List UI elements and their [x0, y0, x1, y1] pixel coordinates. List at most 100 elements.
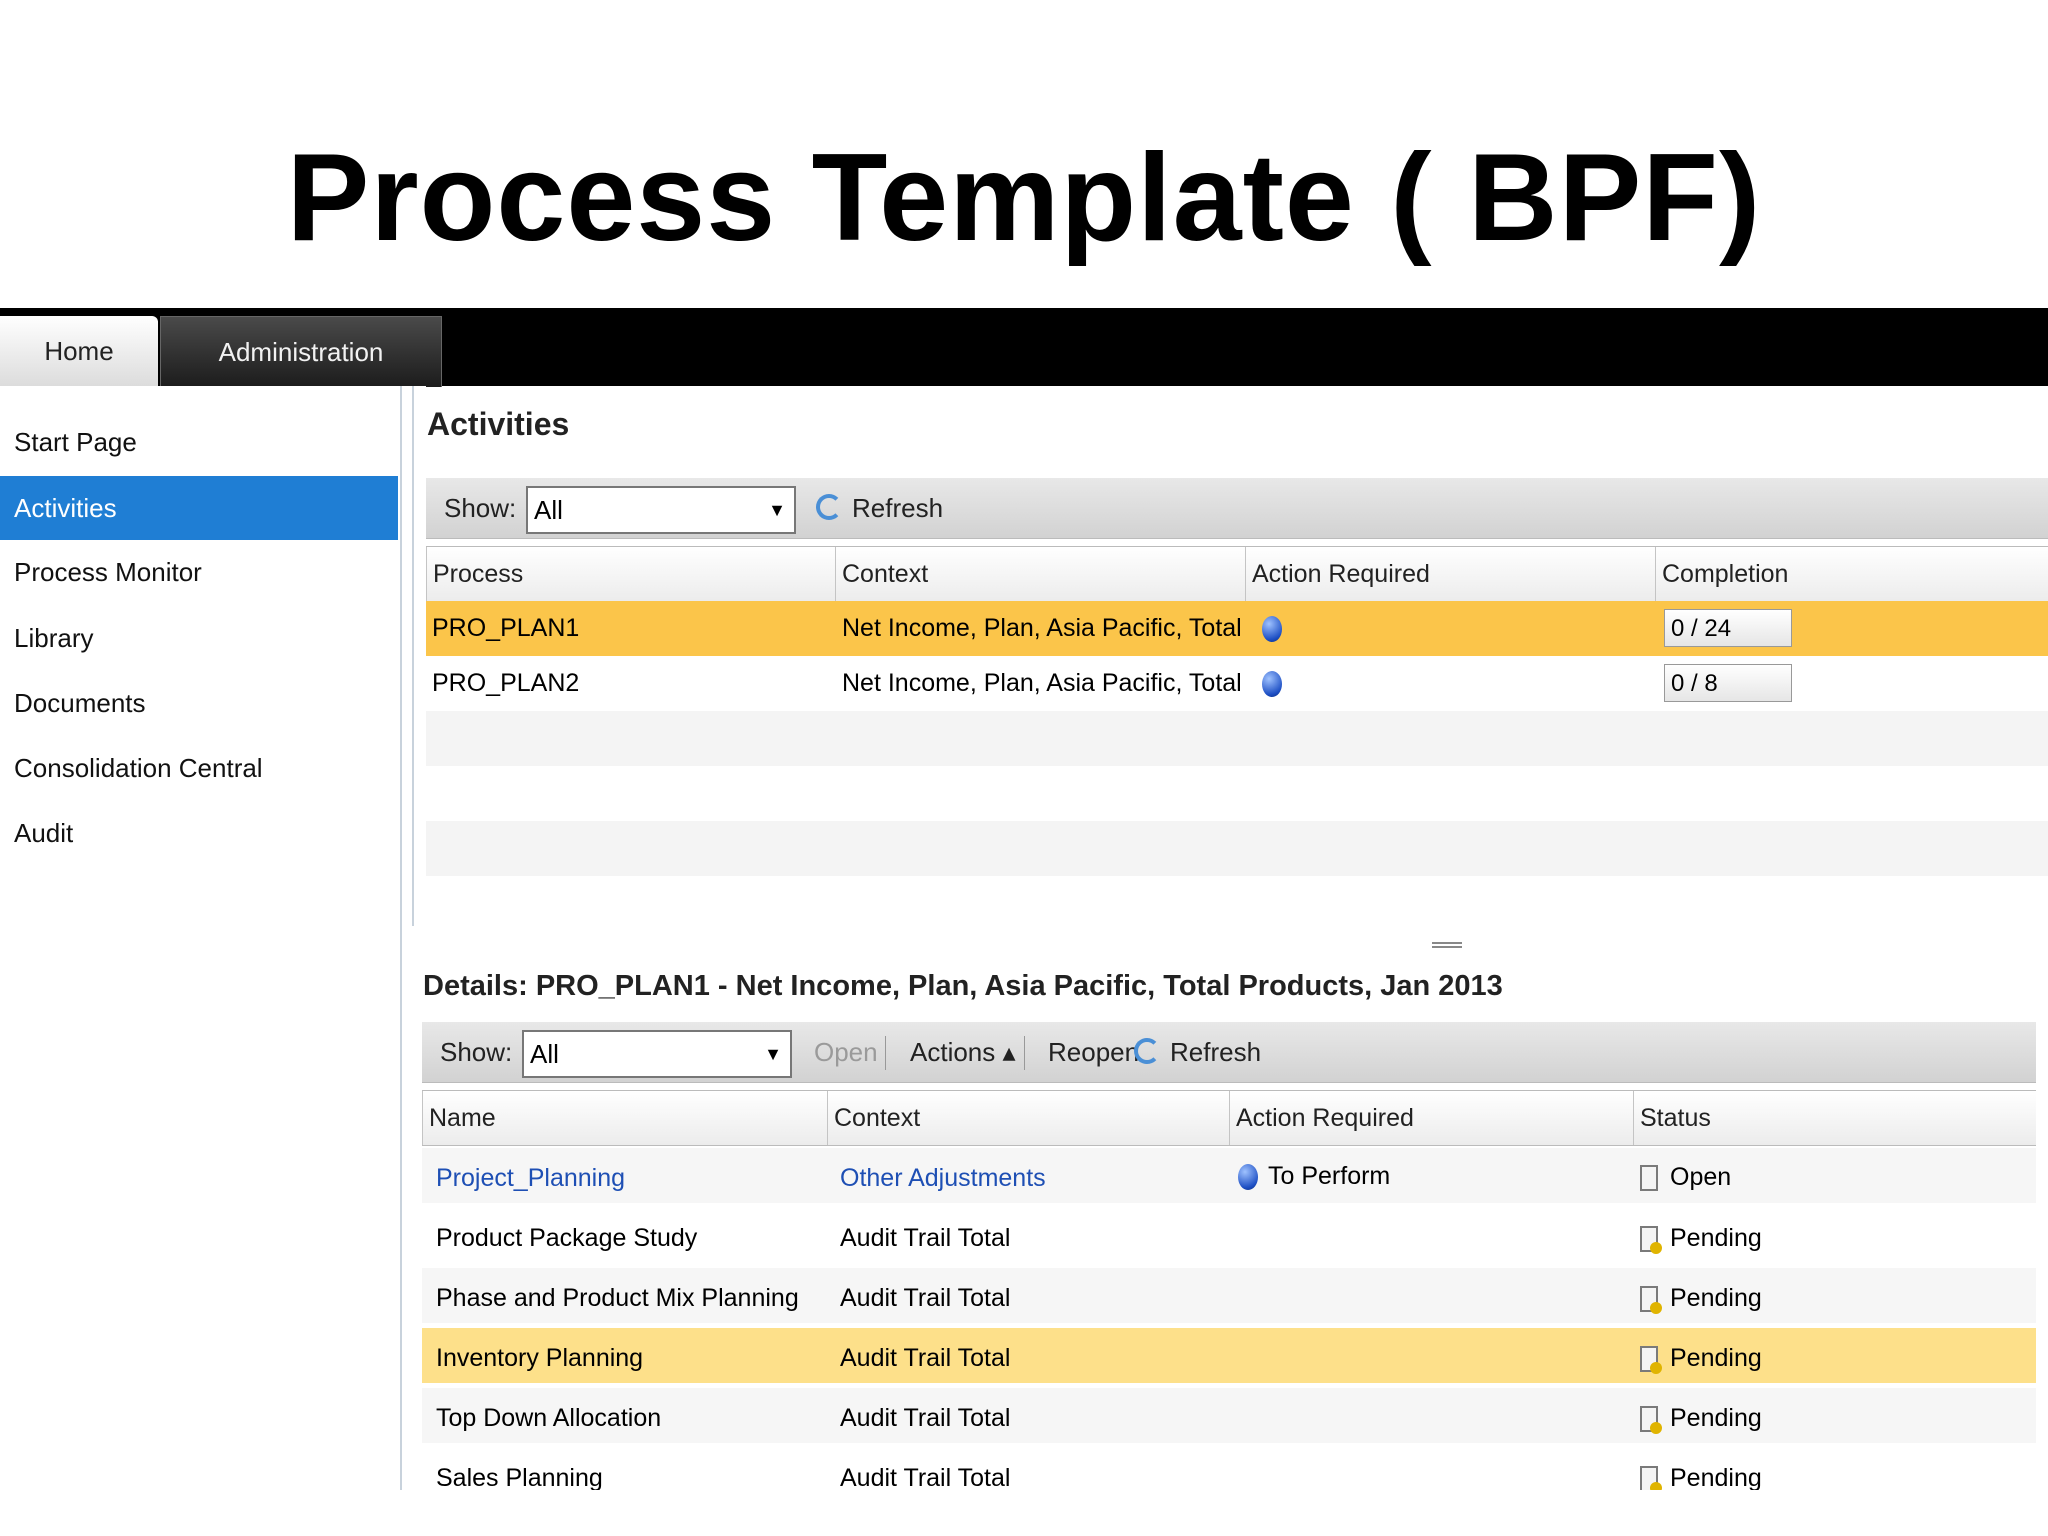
table-row[interactable]: Phase and Product Mix Planning Audit Tra…	[422, 1268, 2036, 1323]
completion-indicator: 0 / 8	[1664, 664, 1792, 702]
details-grid-header: Name Context Action Required Status	[422, 1090, 2036, 1146]
context-cell: Audit Trail Total	[840, 1404, 1011, 1432]
name-cell: Top Down Allocation	[436, 1404, 662, 1432]
show-label: Show:	[444, 493, 517, 523]
sidebar-item-library[interactable]: Library	[0, 606, 398, 670]
table-row[interactable]: Project_Planning Other Adjustments To Pe…	[422, 1148, 2036, 1203]
status-text: Pending	[1670, 1284, 1762, 1312]
toolbar-separator	[885, 1036, 886, 1070]
details-show-select[interactable]: All ▼	[522, 1030, 792, 1078]
tab-administration[interactable]: Administration	[160, 316, 442, 387]
table-row[interactable]: PRO_PLAN2 Net Income, Plan, Asia Pacific…	[426, 656, 2048, 711]
chevron-down-icon: ▼	[768, 500, 786, 520]
toolbar-separator	[1024, 1036, 1025, 1070]
tab-home[interactable]: Home	[0, 316, 158, 386]
status-cell: Pending	[1634, 1328, 2034, 1383]
details-grid: Name Context Action Required Status Proj…	[422, 1090, 2036, 1490]
action-required-cell: To Perform	[1232, 1148, 1632, 1203]
context-cell: Net Income, Plan, Asia Pacific, Total Pr…	[842, 669, 1246, 697]
pending-document-icon	[1640, 1406, 1662, 1435]
sidebar-item-process-monitor[interactable]: Process Monitor	[0, 540, 398, 604]
status-cell: Pending	[1634, 1268, 2034, 1323]
column-header-context[interactable]: Context	[827, 1091, 1229, 1145]
context-cell: Audit Trail Total	[840, 1224, 1011, 1252]
context-cell: Net Income, Plan, Asia Pacific, Total Pr…	[842, 614, 1246, 642]
details-toolbar: Show: All ▼ Open Actions ▴ Reopen Refres…	[422, 1022, 2036, 1083]
status-text: Open	[1670, 1163, 1732, 1191]
status-text: Pending	[1670, 1224, 1762, 1252]
action-required-icon	[1238, 1164, 1258, 1191]
context-link[interactable]: Other Adjustments	[834, 1148, 1234, 1203]
column-header-status[interactable]: Status	[1633, 1091, 2036, 1145]
main-panel: Activities Show: All ▼ Refresh Process C…	[422, 386, 2048, 1490]
status-cell: Pending	[1634, 1448, 2034, 1490]
splitter-grip-icon[interactable]	[1432, 942, 1462, 948]
table-row[interactable]: Sales Planning Audit Trail Total Pending	[422, 1448, 2036, 1490]
sidebar-item-documents[interactable]: Documents	[0, 671, 398, 735]
status-cell: Pending	[1634, 1388, 2034, 1443]
name-cell: Inventory Planning	[436, 1344, 644, 1372]
table-row[interactable]: PRO_PLAN1 Net Income, Plan, Asia Pacific…	[426, 601, 2048, 656]
sidebar-item-audit[interactable]: Audit	[0, 801, 398, 865]
show-select[interactable]: All ▼	[526, 486, 796, 534]
status-text: Pending	[1670, 1344, 1762, 1372]
column-header-name[interactable]: Name	[422, 1091, 827, 1145]
status-cell: Pending	[1634, 1208, 2034, 1263]
action-required-cell	[1256, 656, 1656, 711]
name-link[interactable]: Project_Planning	[430, 1148, 830, 1203]
column-header-completion[interactable]: Completion	[1655, 547, 2048, 601]
action-required-icon	[1262, 616, 1282, 643]
activities-grid: Process Context Action Required Completi…	[426, 546, 2048, 916]
slide-title: Process Template ( BPF)	[286, 129, 1762, 267]
pending-document-icon	[1640, 1286, 1662, 1315]
document-icon	[1640, 1165, 1658, 1192]
action-required-text: To Perform	[1268, 1162, 1391, 1190]
status-cell: Open	[1634, 1148, 2034, 1203]
column-header-action-required[interactable]: Action Required	[1229, 1091, 1633, 1145]
sidebar-item-consolidation-central[interactable]: Consolidation Central	[0, 736, 398, 800]
context-cell: Audit Trail Total	[840, 1344, 1011, 1372]
action-required-icon	[1262, 671, 1282, 698]
refresh-icon[interactable]	[1134, 1038, 1160, 1064]
refresh-button[interactable]: Refresh	[852, 478, 943, 538]
activities-heading: Activities	[427, 406, 570, 442]
open-button[interactable]: Open	[814, 1022, 878, 1082]
actions-menu-button[interactable]: Actions ▴	[910, 1022, 1016, 1082]
details-heading: Details: PRO_PLAN1 - Net Income, Plan, A…	[423, 970, 1503, 1002]
completion-indicator: 0 / 24	[1664, 609, 1792, 647]
sidebar-item-start-page[interactable]: Start Page	[0, 410, 398, 474]
pending-document-icon	[1640, 1226, 1662, 1255]
details-show-label: Show:	[440, 1037, 513, 1067]
empty-row	[426, 821, 2048, 876]
show-select-value: All	[534, 495, 563, 525]
column-header-process[interactable]: Process	[426, 547, 835, 601]
table-row[interactable]: Inventory Planning Audit Trail Total Pen…	[422, 1328, 2036, 1383]
horizontal-splitter[interactable]	[426, 942, 2048, 952]
app-window: Home Administration Start Page Activitie…	[0, 308, 2048, 1490]
name-cell: Sales Planning	[436, 1464, 603, 1490]
column-header-action-required[interactable]: Action Required	[1245, 547, 1655, 601]
context-cell: Audit Trail Total	[840, 1284, 1011, 1312]
name-cell: Phase and Product Mix Planning	[436, 1284, 799, 1312]
reopen-button[interactable]: Reopen	[1048, 1022, 1139, 1082]
refresh-icon[interactable]	[816, 494, 842, 520]
details-refresh-button[interactable]: Refresh	[1170, 1022, 1261, 1082]
pending-document-icon	[1640, 1466, 1662, 1490]
activities-toolbar: Show: All ▼ Refresh	[426, 478, 2048, 539]
pending-document-icon	[1640, 1346, 1662, 1375]
status-text: Pending	[1670, 1404, 1762, 1432]
name-cell: Product Package Study	[436, 1224, 698, 1252]
column-header-context[interactable]: Context	[835, 547, 1245, 601]
process-cell: PRO_PLAN2	[432, 669, 580, 697]
sidebar-item-activities[interactable]: Activities	[0, 476, 398, 540]
status-text: Pending	[1670, 1464, 1762, 1490]
table-row[interactable]: Top Down Allocation Audit Trail Total Pe…	[422, 1388, 2036, 1443]
table-row[interactable]: Product Package Study Audit Trail Total …	[422, 1208, 2036, 1263]
empty-row	[426, 711, 2048, 766]
activities-grid-header: Process Context Action Required Completi…	[426, 546, 2048, 602]
action-required-cell	[1256, 601, 1656, 656]
context-cell: Audit Trail Total	[840, 1464, 1011, 1490]
tab-bar: Home Administration	[0, 308, 2048, 387]
empty-row	[426, 766, 2048, 821]
chevron-down-icon: ▼	[764, 1044, 782, 1064]
